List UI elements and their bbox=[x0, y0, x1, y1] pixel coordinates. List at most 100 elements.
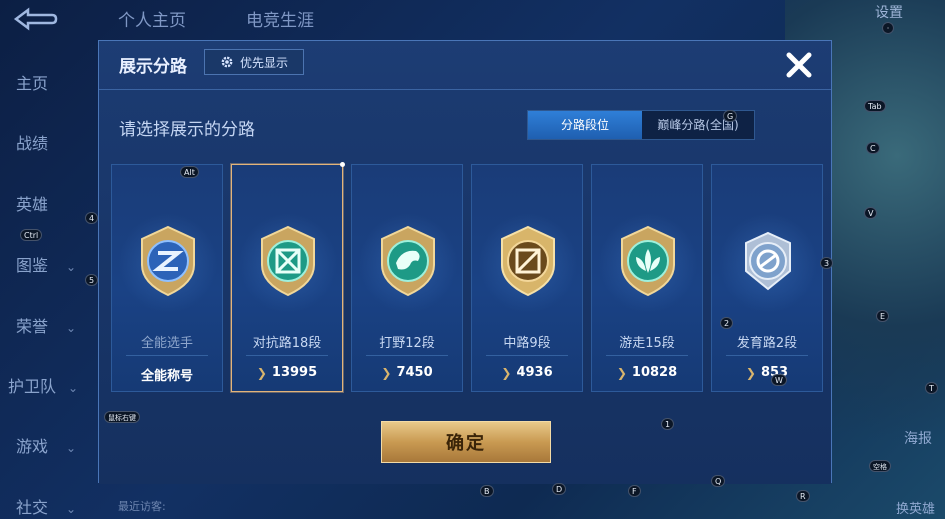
lane-card[interactable]: 发育路2段 ❯ 853 bbox=[711, 164, 823, 392]
chevron-down-icon: ⌄ bbox=[66, 321, 77, 335]
close-icon[interactable] bbox=[781, 47, 817, 83]
key-hint-4: 4 bbox=[85, 212, 99, 224]
lane-score-value: 10828 bbox=[631, 365, 678, 380]
poster-label[interactable]: 海报 bbox=[904, 428, 932, 448]
farm-lane-emblem-icon bbox=[745, 231, 791, 291]
lane-score: 全能称号 bbox=[112, 365, 222, 384]
mid-lane-emblem-icon bbox=[501, 225, 555, 297]
lane-name: 全能选手 bbox=[140, 336, 193, 351]
divider bbox=[126, 355, 208, 356]
lane-score: ❯ 13995 bbox=[232, 365, 342, 380]
key-hint-2: 2 bbox=[720, 317, 734, 329]
lane-name: 对抗路18段 bbox=[252, 336, 322, 351]
lane-score: ❯ 10828 bbox=[592, 365, 702, 380]
key-hint-e: E bbox=[876, 310, 890, 322]
lane-score: ❯ 853 bbox=[712, 365, 822, 380]
nav-guard-label: 护卫队 bbox=[8, 377, 57, 396]
rank-chevron-icon: ❯ bbox=[616, 365, 627, 380]
jungle-emblem-icon bbox=[381, 225, 435, 297]
rank-chevron-icon: ❯ bbox=[501, 365, 512, 380]
lane-card[interactable]: 游走15段 ❯ 10828 bbox=[591, 164, 703, 392]
key-hint-q: Q bbox=[711, 475, 726, 487]
lane-name: 打野12段 bbox=[379, 336, 435, 351]
nav-home[interactable]: 主页 bbox=[16, 70, 48, 94]
divider bbox=[606, 355, 688, 356]
key-hint-tab: Tab bbox=[864, 100, 886, 112]
back-arrow-icon[interactable] bbox=[12, 6, 58, 32]
chevron-down-icon: ⌄ bbox=[66, 260, 77, 274]
clash-lane-emblem-icon bbox=[261, 225, 315, 297]
chevron-down-icon: ⌄ bbox=[66, 502, 77, 516]
nav-record-label: 战绩 bbox=[16, 134, 49, 153]
rank-chevron-icon: ❯ bbox=[745, 365, 756, 380]
key-hint-right-click: 鼠标右键 bbox=[104, 411, 140, 423]
key-hint-c: C bbox=[866, 142, 880, 154]
priority-display-label: 优先显示 bbox=[239, 55, 288, 70]
recent-visitors-label: 最近访客: bbox=[118, 500, 166, 513]
chevron-down-icon: ⌄ bbox=[68, 381, 79, 395]
key-hint-w: W bbox=[771, 374, 787, 386]
lane-name: 游走15段 bbox=[619, 336, 675, 351]
key-hint-d: D bbox=[552, 483, 567, 495]
key-hint-b: B bbox=[480, 485, 494, 497]
roam-emblem-icon bbox=[621, 225, 675, 297]
key-hint-5: 5 bbox=[85, 274, 99, 286]
lane-display-dialog: 展示分路 优先显示 请选择展示的分路 分路段位 巅峰分路(全国) 全能选手 全能… bbox=[98, 40, 832, 484]
settings-button[interactable]: 设置 bbox=[875, 2, 903, 22]
nav-honor-label: 荣誉 bbox=[16, 317, 49, 336]
lane-name: 中路9段 bbox=[503, 336, 551, 351]
all-round-emblem-icon bbox=[141, 225, 195, 297]
rank-chevron-icon: ❯ bbox=[256, 365, 267, 380]
lane-card[interactable]: 全能选手 全能称号 bbox=[111, 164, 223, 392]
rank-chevron-icon: ❯ bbox=[381, 365, 392, 380]
chevron-down-icon: ⌄ bbox=[66, 441, 77, 455]
divider bbox=[246, 355, 328, 356]
tab-esports-career[interactable]: 电竞生涯 bbox=[246, 6, 314, 31]
key-hint-alt: Alt bbox=[180, 166, 199, 178]
tab-peak-lane[interactable]: 巅峰分路(全国) bbox=[642, 111, 754, 139]
key-hint-f: F bbox=[628, 485, 641, 497]
nav-hero[interactable]: 英雄 bbox=[16, 191, 48, 215]
nav-game-label: 游戏 bbox=[16, 437, 49, 456]
divider bbox=[726, 355, 808, 356]
lane-score: ❯ 7450 bbox=[352, 365, 462, 380]
nav-social[interactable]: 社交 ⌄ bbox=[16, 494, 76, 518]
nav-social-label: 社交 bbox=[16, 498, 49, 517]
nav-game[interactable]: 游戏 ⌄ bbox=[16, 433, 76, 457]
nav-home-label: 主页 bbox=[16, 74, 49, 93]
tab-personal-home[interactable]: 个人主页 bbox=[118, 6, 186, 31]
key-hint-r: R bbox=[796, 490, 810, 502]
lane-score-value: 13995 bbox=[271, 365, 318, 380]
lane-card-selected[interactable]: 对抗路18段 ❯ 13995 bbox=[231, 162, 345, 392]
nav-collection[interactable]: 图鉴 ⌄ bbox=[16, 252, 76, 276]
nav-hero-label: 英雄 bbox=[16, 195, 49, 214]
tab-lane-rank[interactable]: 分路段位 bbox=[528, 111, 642, 139]
lane-card[interactable]: 中路9段 ❯ 4936 bbox=[471, 164, 583, 392]
priority-display-button[interactable]: 优先显示 bbox=[204, 49, 304, 75]
divider bbox=[486, 355, 568, 356]
lane-score: ❯ 4936 bbox=[472, 365, 582, 380]
key-hint-dot: · bbox=[882, 22, 894, 34]
key-hint-space: 空格 bbox=[869, 460, 891, 472]
key-hint-g: G bbox=[723, 110, 738, 122]
key-hint-1: 1 bbox=[661, 418, 675, 430]
lane-score-value: 4936 bbox=[516, 365, 553, 380]
lane-score-value: 7450 bbox=[396, 365, 433, 380]
confirm-button[interactable]: 确定 bbox=[381, 421, 551, 463]
lane-score-value: 全能称号 bbox=[140, 369, 193, 384]
divider bbox=[366, 355, 448, 356]
dialog-subtitle: 请选择展示的分路 bbox=[119, 120, 255, 140]
lane-name: 发育路2段 bbox=[736, 336, 798, 351]
nav-collection-label: 图鉴 bbox=[16, 256, 49, 275]
change-hero-label[interactable]: 换英雄 bbox=[896, 498, 935, 517]
key-hint-ctrl: Ctrl bbox=[20, 229, 43, 241]
nav-guard[interactable]: 护卫队 ⌄ bbox=[8, 373, 78, 397]
lane-card[interactable]: 打野12段 ❯ 7450 bbox=[351, 164, 463, 392]
dialog-title: 展示分路 bbox=[119, 57, 187, 77]
lane-card-list: 全能选手 全能称号 对抗路18段 ❯ 13995 打野12段 ❯ 7450 中路… bbox=[111, 162, 823, 392]
nav-honor[interactable]: 荣誉 ⌄ bbox=[16, 313, 76, 337]
gear-icon bbox=[221, 56, 233, 68]
key-hint-t: T bbox=[925, 382, 938, 394]
lane-mode-tabs: 分路段位 巅峰分路(全国) bbox=[527, 110, 755, 140]
nav-record[interactable]: 战绩 bbox=[16, 130, 48, 154]
